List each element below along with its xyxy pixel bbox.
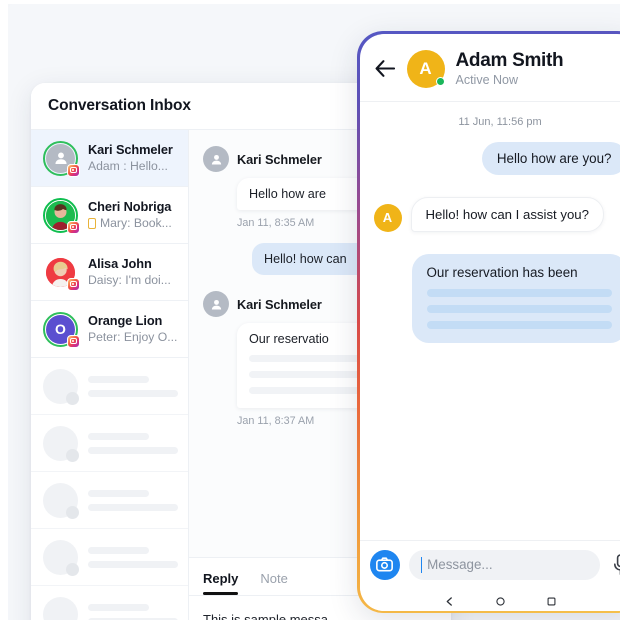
page-left-edge [0,0,8,620]
chat-message-incoming: A Hello! how can I assist you? [373,196,620,232]
message-input[interactable]: Message... [408,549,600,580]
chat-message-outgoing: Hello how are you? [374,141,620,175]
message-sender-name: Kari Schmeler [237,151,322,167]
message-bubble-outgoing: Our reservation has been [411,253,620,343]
avatar [43,140,80,177]
mobile-phone-frame: A Adam Smith Active Now 11 Jun, 11:56 pm… [357,31,620,613]
conversation-name: Orange Lion [88,312,163,328]
contact-status: Active Now [455,72,519,87]
message-text: Hello how are you? [496,150,612,166]
skeleton-avatar [43,482,79,519]
conversation-text: Orange Lion Peter: Enjoy O... [88,313,178,346]
conversation-skeleton-row [31,472,188,529]
mobile-phone-screen: A Adam Smith Active Now 11 Jun, 11:56 pm… [359,33,620,611]
instagram-badge-icon [67,334,80,348]
chat-messages: 11 Jun, 11:56 pm Hello how are you? A He… [360,102,620,540]
camera-icon[interactable] [369,549,400,580]
conversation-snippet-text: Daisy: I'm doi... [88,272,171,287]
conversation-text: Alisa John Daisy: I'm doi... [88,256,178,289]
message-skeleton-line [426,288,612,297]
instagram-badge-icon [67,277,80,291]
person-glyph-icon [211,154,221,164]
microphone-icon[interactable] [611,553,620,577]
skeleton-avatar [43,596,79,620]
conversation-snippet: Mary: Book... [88,215,178,232]
chat-daystamp: 11 Jun, 11:56 pm [458,115,542,128]
skeleton-avatar [43,425,79,462]
chat-composer: Message... [359,539,620,593]
conversation-list-item-cheri-nobriga[interactable]: Cheri Nobriga Mary: Book... [31,187,188,244]
text-caret [420,556,423,573]
avatar: A [406,49,445,88]
conversation-name: Cheri Nobriga [88,198,172,214]
note-icon [88,217,96,229]
conversation-snippet: Daisy: I'm doi... [88,272,178,289]
tab-reply[interactable]: Reply [203,571,239,595]
message-sender-name: Kari Schmeler [237,296,322,312]
skeleton-lines [88,432,178,454]
skeleton-avatar [43,539,79,576]
screenshot-stage: Conversation Inbox Kari Schmeler Adam: … [0,0,620,620]
message-bubble-outgoing: Hello how are you? [481,141,620,175]
instagram-badge-icon [67,163,80,177]
conversation-text: Cheri Nobriga Mary: Book... [88,199,178,232]
skeleton-avatar [43,368,79,405]
conversation-snippet-text: Adam : Hello... [88,158,168,173]
skeleton-lines [88,546,178,568]
message-bubble-incoming: Hello! how can I assist you? [410,196,604,232]
skeleton-lines [88,375,178,397]
tab-note[interactable]: Note [260,571,287,595]
avatar-initial: A [373,203,402,232]
conversation-name: Kari Schmeler [88,141,173,157]
message-text: Hello! how can [264,252,347,266]
message-input-placeholder: Message... [427,557,493,572]
nav-home-icon[interactable] [495,597,505,606]
conversation-list-item-kari-schmeler[interactable]: Kari Schmeler Adam : Hello... [31,130,188,187]
person-glyph-icon [54,152,67,164]
conversation-name: Alisa John [88,255,152,271]
contact-name: Adam Smith [455,49,564,71]
conversation-skeleton-row [31,529,188,586]
conversation-skeleton-row [31,415,188,472]
conversation-snippet: Peter: Enjoy O... [88,329,178,346]
skeleton-lines [88,489,178,511]
message-text: Hello! how can I assist you? [425,206,589,222]
conversation-list-item-alisa-john[interactable]: Alisa John Daisy: I'm doi... [31,244,188,301]
message-text: Hello how are [249,187,327,201]
online-status-dot [435,76,445,86]
conversation-skeleton-row [31,586,188,620]
avatar [43,255,80,291]
conversation-list[interactable]: Kari Schmeler Adam : Hello... Cheri Nobr… [31,130,189,620]
nav-recents-icon[interactable] [547,597,556,606]
conversation-snippet-text: Peter: Enjoy O... [88,329,178,344]
chat-header-text: Adam Smith Active Now [456,50,564,88]
avatar [43,197,80,234]
arrow-left-icon[interactable] [374,58,396,80]
page-title: Conversation Inbox [48,97,191,114]
person-glyph-icon [211,299,221,309]
conversation-text: Kari Schmeler Adam : Hello... [88,142,178,175]
instagram-badge-icon [67,220,80,234]
avatar-initial: O [55,321,66,337]
page-top-edge [0,0,620,4]
message-text: Our reservatio [249,332,329,346]
conversation-list-item-orange-lion[interactable]: O Orange Lion Peter: Enjoy O... [31,301,188,358]
message-skeleton-line [426,304,612,313]
skeleton-lines [88,603,178,620]
avatar: O [43,311,80,348]
conversation-snippet: Adam : Hello... [88,158,178,175]
phone-navigation-bar [359,592,620,611]
chat-header: A Adam Smith Active Now [359,34,620,102]
conversation-skeleton-row [31,358,188,415]
conversation-snippet-text: Mary: Book... [100,215,172,230]
avatar [203,291,229,317]
avatar [203,146,229,172]
message-text: Our reservation has been [426,264,578,280]
message-skeleton-line [426,320,612,329]
nav-back-icon[interactable] [445,597,454,606]
